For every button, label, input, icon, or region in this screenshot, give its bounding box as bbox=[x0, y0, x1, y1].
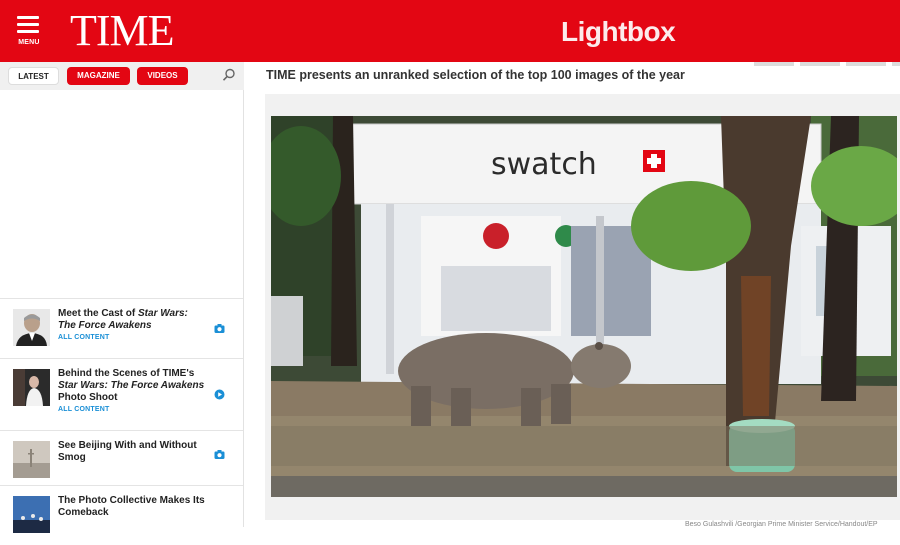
main-content: TIME presents an unranked selection of t… bbox=[244, 62, 900, 528]
section-title[interactable]: Lightbox bbox=[561, 14, 676, 50]
thumbnail bbox=[13, 369, 50, 406]
hamburger-icon bbox=[17, 16, 39, 19]
tab-latest[interactable]: LATEST bbox=[8, 67, 59, 85]
list-item-title: Meet the Cast of Star Wars: The Force Aw… bbox=[58, 308, 208, 332]
category-tag[interactable]: ALL CONTENT bbox=[58, 406, 109, 413]
thumbnail bbox=[13, 496, 50, 533]
hamburger-icon-bar bbox=[17, 30, 39, 33]
title-suffix: Photo Shoot bbox=[58, 392, 118, 403]
list-item-title: Behind the Scenes of TIME's Star Wars: T… bbox=[58, 368, 208, 404]
list-item[interactable]: See Beijing With and Without Smog bbox=[0, 430, 243, 485]
gallery-tab[interactable] bbox=[846, 62, 886, 66]
list-item[interactable]: Behind the Scenes of TIME's Star Wars: T… bbox=[0, 358, 243, 430]
category-tag[interactable]: ALL CONTENT bbox=[58, 334, 109, 341]
sidebar: LATEST MAGAZINE VIDEOS Meet the Cast of … bbox=[0, 62, 244, 533]
search-icon[interactable] bbox=[222, 68, 236, 82]
list-item[interactable]: Meet the Cast of Star Wars: The Force Aw… bbox=[0, 298, 243, 358]
time-logo[interactable]: TIME bbox=[70, 6, 175, 56]
menu-label: MENU bbox=[18, 39, 40, 46]
play-icon bbox=[214, 389, 225, 400]
gallery-tab[interactable] bbox=[754, 62, 794, 66]
sidebar-tabs: LATEST MAGAZINE VIDEOS bbox=[0, 62, 244, 90]
list-item-title: The Photo Collective Makes Its Comeback bbox=[58, 495, 205, 518]
title-italic: Star Wars: The Force Awakens bbox=[58, 380, 205, 391]
gallery-tab[interactable] bbox=[892, 62, 900, 66]
content-list: Meet the Cast of Star Wars: The Force Aw… bbox=[0, 298, 243, 545]
store-sign-text: swatch bbox=[491, 147, 597, 182]
title-text: Meet the Cast of bbox=[58, 308, 139, 319]
menu-button[interactable]: MENU bbox=[12, 14, 46, 50]
camera-icon bbox=[214, 324, 225, 333]
thumbnail bbox=[13, 441, 50, 478]
tab-videos[interactable]: VIDEOS bbox=[137, 67, 188, 85]
hippo-photo: swatch bbox=[271, 116, 897, 497]
thumbnail bbox=[13, 309, 50, 346]
camera-icon bbox=[214, 450, 225, 459]
intro-text: TIME presents an unranked selection of t… bbox=[266, 68, 685, 82]
list-item[interactable]: The Photo Collective Makes Its Comeback bbox=[0, 485, 243, 545]
tab-magazine[interactable]: MAGAZINE bbox=[67, 67, 130, 85]
photo-panel: swatch bbox=[265, 94, 900, 520]
list-item-title: See Beijing With and Without Smog bbox=[58, 440, 197, 463]
featured-photo[interactable]: swatch bbox=[271, 116, 897, 497]
title-text: Behind the Scenes of TIME's bbox=[58, 368, 195, 379]
hamburger-icon-bar bbox=[17, 23, 39, 26]
gallery-tab[interactable] bbox=[800, 62, 840, 66]
site-header: MENU TIME Lightbox bbox=[0, 0, 900, 62]
